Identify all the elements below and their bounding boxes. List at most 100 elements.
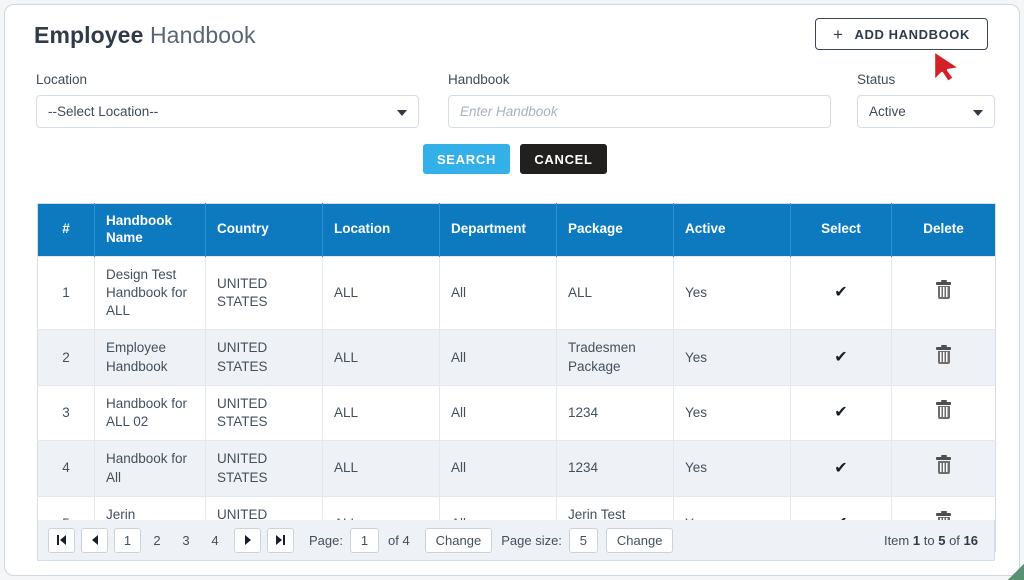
cell-handbook-name: Employee Handbook (95, 330, 206, 385)
status-select-value: Active (869, 104, 906, 119)
cell-department: All (440, 256, 557, 330)
page-size-label: Page size: (501, 533, 562, 548)
chevron-down-icon (397, 110, 407, 116)
table-header-row: # Handbook Name Country Location Departm… (38, 204, 996, 257)
item-suffix: of (949, 533, 960, 548)
location-select[interactable]: --Select Location-- (36, 95, 419, 128)
table-row: 1 Design Test Handbook for ALL UNITED ST… (38, 256, 996, 330)
cell-active: Yes (674, 385, 791, 440)
page-input[interactable] (350, 528, 379, 553)
table-row: 3 Handbook for ALL 02 UNITED STATES ALL … (38, 385, 996, 440)
trash-icon (936, 347, 951, 364)
cell-location: ALL (323, 385, 440, 440)
cell-index: 4 (38, 441, 95, 496)
cancel-button[interactable]: CANCEL (520, 144, 607, 174)
page-title: Employee Handbook (34, 22, 256, 49)
page-number-1[interactable]: 1 (114, 528, 141, 553)
page-title-light: Handbook (150, 22, 256, 48)
col-country[interactable]: Country (206, 204, 323, 257)
cell-department: All (440, 330, 557, 385)
cell-location: ALL (323, 256, 440, 330)
status-select[interactable]: Active (857, 95, 995, 128)
add-handbook-label: ADD HANDBOOK (854, 27, 970, 42)
item-range-status: Item 1 to 5 of 16 (884, 533, 978, 548)
search-button[interactable]: SEARCH (423, 144, 510, 174)
pagination-bar: 1 2 3 4 Page: of 4 Change Page size: Cha… (37, 520, 995, 561)
content-card: Employee Handbook + ADD HANDBOOK Locatio… (4, 4, 1020, 576)
select-checkmark-icon[interactable]: ✔ (791, 256, 892, 330)
cell-department: All (440, 441, 557, 496)
col-index[interactable]: # (38, 204, 95, 257)
cell-handbook-name: Handbook for All (95, 441, 206, 496)
table-row: 2 Employee Handbook UNITED STATES ALL Al… (38, 330, 996, 385)
last-page-button[interactable] (267, 528, 294, 553)
next-page-button[interactable] (234, 528, 261, 553)
plus-icon: + (833, 26, 844, 43)
col-package[interactable]: Package (557, 204, 674, 257)
cell-location: ALL (323, 330, 440, 385)
location-label: Location (36, 72, 87, 87)
cell-active: Yes (674, 330, 791, 385)
mouse-cursor-icon (930, 48, 966, 86)
page-change-button[interactable]: Change (425, 528, 493, 553)
cell-index: 1 (38, 256, 95, 330)
delete-button[interactable] (892, 256, 996, 330)
item-from: 1 (913, 533, 920, 548)
cell-department: All (440, 385, 557, 440)
item-prefix: Item (884, 533, 909, 548)
cell-active: Yes (674, 441, 791, 496)
trash-icon (936, 402, 951, 419)
cell-country: UNITED STATES (206, 385, 323, 440)
page-number-4[interactable]: 4 (205, 528, 225, 553)
chevron-down-icon (973, 110, 983, 116)
cell-country: UNITED STATES (206, 256, 323, 330)
cell-handbook-name: Design Test Handbook for ALL (95, 256, 206, 330)
cell-index: 2 (38, 330, 95, 385)
page-number-3[interactable]: 3 (176, 528, 196, 553)
page-of-label: of 4 (388, 533, 410, 548)
cell-active: Yes (674, 256, 791, 330)
cell-package: Tradesmen Package (557, 330, 674, 385)
cell-location: ALL (323, 441, 440, 496)
first-page-button[interactable] (48, 528, 75, 553)
app-window: Employee Handbook + ADD HANDBOOK Locatio… (0, 0, 1024, 580)
cell-package: ALL (557, 256, 674, 330)
table-row: 4 Handbook for All UNITED STATES ALL All… (38, 441, 996, 496)
cell-handbook-name: Handbook for ALL 02 (95, 385, 206, 440)
status-label: Status (857, 72, 895, 87)
cell-package: 1234 (557, 385, 674, 440)
cell-package: 1234 (557, 441, 674, 496)
page-size-input[interactable] (569, 528, 598, 553)
col-handbook-name[interactable]: Handbook Name (95, 204, 206, 257)
col-active[interactable]: Active (674, 204, 791, 257)
page-title-strong: Employee (34, 22, 143, 48)
col-delete[interactable]: Delete (892, 204, 996, 257)
previous-page-button[interactable] (81, 528, 108, 553)
trash-icon (936, 457, 951, 474)
handbook-label: Handbook (448, 72, 510, 87)
delete-button[interactable] (892, 385, 996, 440)
page-size-change-button[interactable]: Change (606, 528, 674, 553)
resize-handle[interactable] (1007, 563, 1024, 580)
cell-index: 3 (38, 385, 95, 440)
location-select-value: --Select Location-- (48, 104, 158, 119)
select-checkmark-icon[interactable]: ✔ (791, 330, 892, 385)
item-mid: to (924, 533, 935, 548)
select-checkmark-icon[interactable]: ✔ (791, 441, 892, 496)
trash-icon (936, 282, 951, 299)
delete-button[interactable] (892, 330, 996, 385)
select-checkmark-icon[interactable]: ✔ (791, 385, 892, 440)
delete-button[interactable] (892, 441, 996, 496)
col-department[interactable]: Department (440, 204, 557, 257)
add-handbook-button[interactable]: + ADD HANDBOOK (815, 18, 988, 50)
col-select[interactable]: Select (791, 204, 892, 257)
handbook-input[interactable] (448, 95, 831, 128)
page-label: Page: (309, 533, 343, 548)
col-location[interactable]: Location (323, 204, 440, 257)
item-to: 5 (938, 533, 945, 548)
handbook-table: # Handbook Name Country Location Departm… (37, 203, 996, 552)
item-total: 16 (964, 533, 978, 548)
cell-country: UNITED STATES (206, 441, 323, 496)
page-number-2[interactable]: 2 (147, 528, 167, 553)
cell-country: UNITED STATES (206, 330, 323, 385)
